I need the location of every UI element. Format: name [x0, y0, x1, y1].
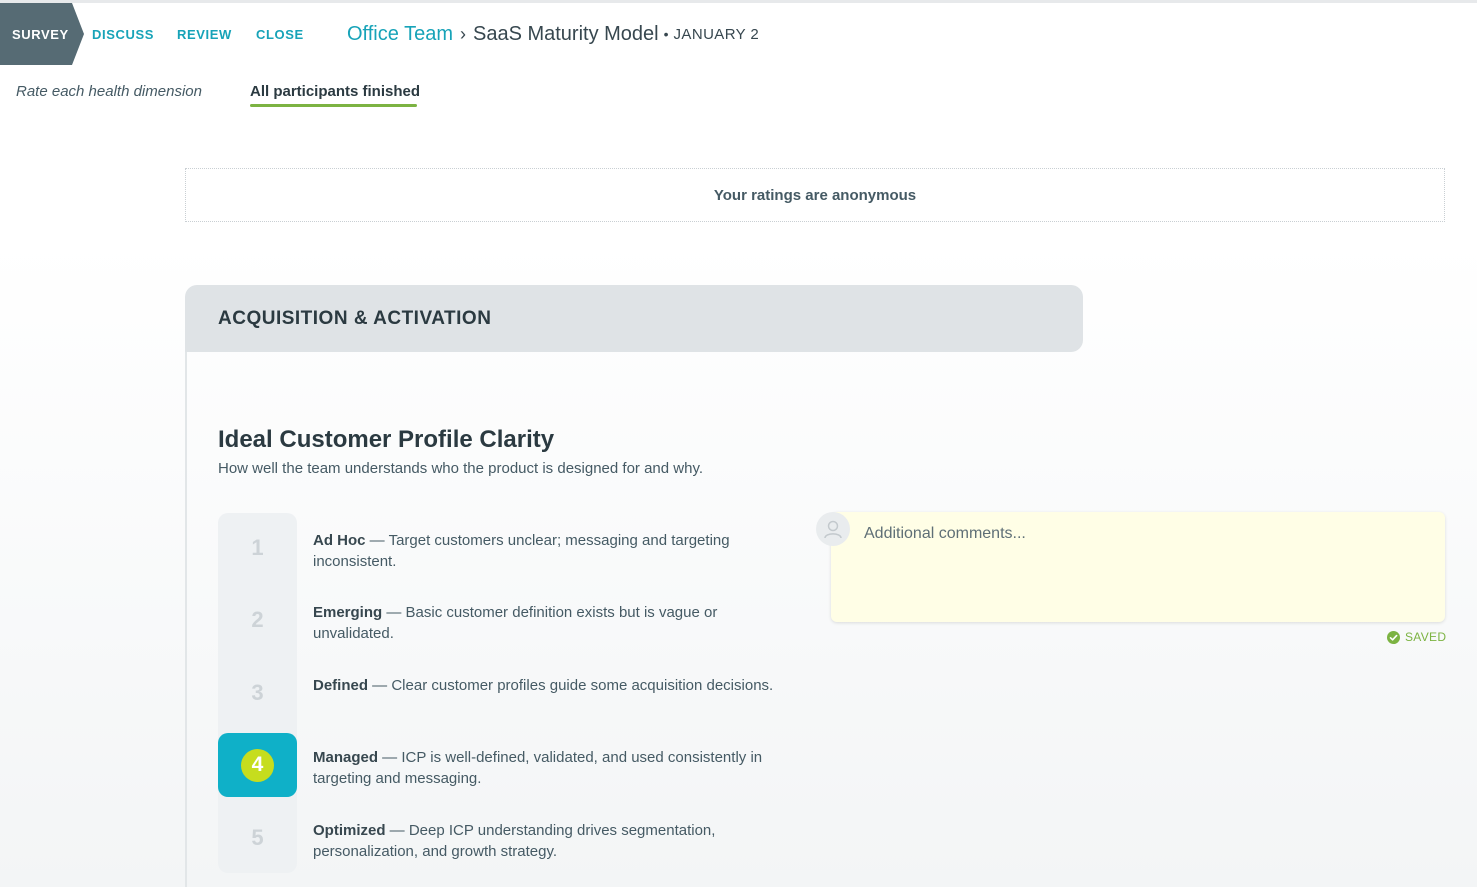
tab-active-underline [250, 104, 417, 107]
breadcrumb-date: JANUARY 2 [673, 25, 760, 43]
step-close[interactable]: CLOSE [256, 3, 304, 65]
rating-text: — Target customers unclear; messaging an… [313, 532, 730, 570]
rating-label: Managed [313, 749, 379, 766]
anonymous-notice: Your ratings are anonymous [185, 168, 1445, 222]
step-survey[interactable]: SURVEY [0, 3, 84, 65]
rating-label: Defined [313, 677, 369, 694]
rating-description: Managed — ICP is well-defined, validated… [313, 747, 783, 789]
breadcrumb-model: SaaS Maturity Model [472, 22, 659, 45]
rating-number-selected: 4 [218, 733, 297, 797]
user-avatar-icon [816, 512, 850, 546]
instruction-text: Rate each health dimension [16, 83, 202, 100]
rating-description: Ad Hoc — Target customers unclear; messa… [313, 530, 783, 572]
dimension-description: How well the team understands who the pr… [218, 460, 703, 477]
saved-label: SAVED [1405, 630, 1447, 644]
rating-number: 2 [251, 607, 264, 632]
header-nav: SURVEY DISCUSS REVIEW CLOSE Office Team … [0, 3, 1477, 65]
section-rail [185, 352, 187, 887]
rating-option-4[interactable]: 4 Managed — ICP is well-defined, validat… [218, 733, 788, 797]
rating-option-5[interactable]: 5 Optimized — Deep ICP understanding dri… [218, 806, 788, 870]
rating-label: Emerging [313, 604, 383, 621]
saved-indicator: SAVED [1387, 630, 1446, 644]
anonymous-notice-text: Your ratings are anonymous [713, 186, 917, 204]
rating-number: 3 [251, 680, 264, 705]
rating-description: Defined — Clear customer profiles guide … [313, 675, 783, 696]
rating-number: 5 [251, 825, 264, 850]
breadcrumb-dot: • [663, 26, 669, 42]
comments-input[interactable] [831, 512, 1445, 622]
breadcrumb-team-link[interactable]: Office Team [347, 23, 453, 46]
rating-description: Emerging — Basic customer definition exi… [313, 602, 783, 644]
rating-option-3[interactable]: 3 Defined — Clear customer profiles guid… [218, 661, 788, 725]
rating-option-1[interactable]: 1 Ad Hoc — Target customers unclear; mes… [218, 516, 788, 580]
selected-rating-badge: 4 [241, 748, 274, 782]
rating-label: Ad Hoc [313, 532, 366, 549]
section-header: ACQUISITION & ACTIVATION [185, 285, 1083, 352]
rating-text: — Clear customer profiles guide some acq… [368, 677, 774, 694]
section-title: ACQUISITION & ACTIVATION [218, 307, 492, 329]
chevron-right-icon: › [459, 23, 466, 44]
rating-text: — ICP is well-defined, validated, and us… [313, 749, 763, 787]
step-discuss[interactable]: DISCUSS [92, 3, 154, 65]
breadcrumb: Office Team › SaaS Maturity Model • JANU… [347, 3, 759, 65]
rating-number: 1 [251, 535, 264, 560]
check-circle-icon [1387, 630, 1400, 644]
step-review[interactable]: REVIEW [177, 3, 232, 65]
rating-label: Optimized [313, 822, 386, 839]
dimension-title: Ideal Customer Profile Clarity [218, 426, 555, 453]
rating-option-2[interactable]: 2 Emerging — Basic customer definition e… [218, 588, 788, 652]
rating-description: Optimized — Deep ICP understanding drive… [313, 820, 783, 862]
tab-participants-status[interactable]: All participants finished [250, 83, 420, 100]
